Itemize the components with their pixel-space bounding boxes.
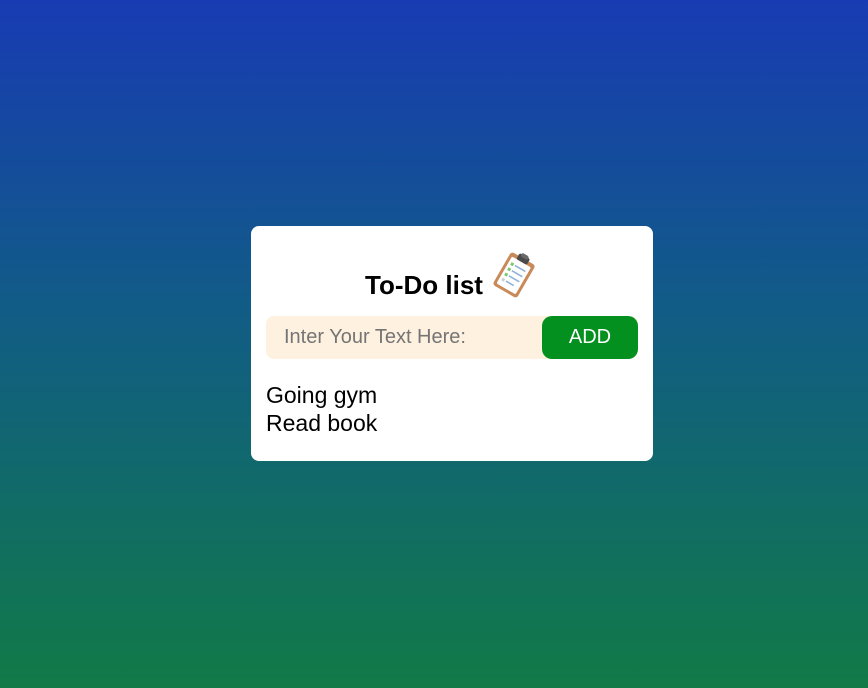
input-row: ADD	[266, 316, 638, 359]
add-button[interactable]: ADD	[542, 316, 638, 359]
list-item[interactable]: Read book	[266, 409, 377, 437]
task-list: Going gym Read book	[266, 381, 377, 437]
title-row: To-Do list	[251, 242, 653, 298]
todo-card: To-Do list Inter Your Text Here: ADD Goi…	[251, 226, 653, 461]
task-input[interactable]	[266, 316, 536, 359]
page-title: To-Do list	[365, 270, 483, 300]
clipboard-icon	[489, 250, 539, 300]
list-item[interactable]: Going gym	[266, 381, 377, 409]
